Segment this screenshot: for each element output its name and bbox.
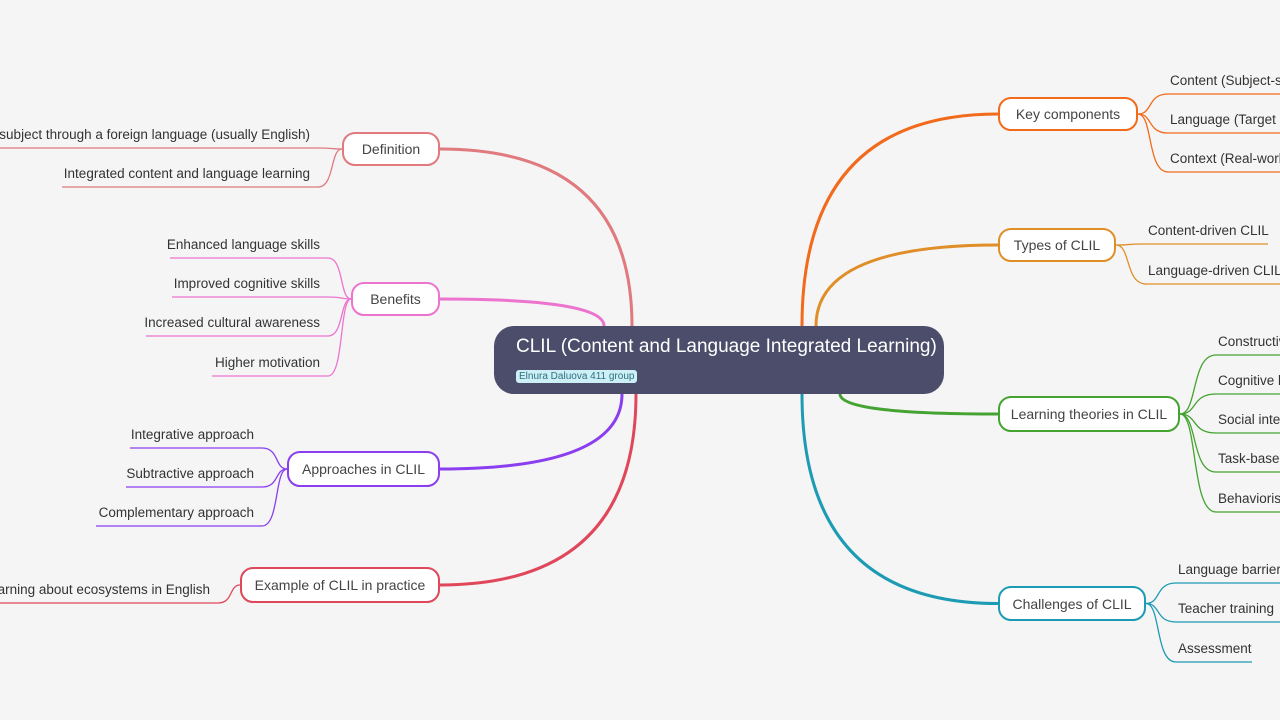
branch-connector	[439, 393, 638, 587]
subtopic-key-components[interactable]: Content (Subject-specific knowledge)	[1170, 72, 1280, 90]
subtopic-approaches[interactable]: Integrative approach	[131, 426, 254, 444]
central-topic-title: CLIL (Content and Language Integrated Le…	[516, 336, 937, 357]
branch-topic-definition[interactable]: Definition	[342, 132, 440, 166]
subtopic-learning-theories[interactable]: Constructivism	[1218, 333, 1280, 351]
subtopic-benefits[interactable]: Higher motivation	[215, 354, 320, 372]
subtopic-approaches[interactable]: Subtractive approach	[126, 465, 254, 483]
branch-topic-challenges[interactable]: Challenges of CLIL	[998, 586, 1146, 621]
subtopic-learning-theories[interactable]: Behaviorism	[1218, 490, 1280, 508]
branch-connector	[814, 243, 999, 327]
subtopic-types[interactable]: Content-driven CLIL	[1148, 222, 1269, 240]
leaf-connector	[1115, 243, 1268, 246]
branch-topic-approaches[interactable]: Approaches in CLIL	[287, 451, 440, 487]
subtopic-example[interactable]: Science lesson learning about ecosystems…	[0, 581, 210, 599]
branch-connector	[838, 393, 999, 416]
branch-connector	[439, 393, 624, 471]
branch-connector	[800, 393, 999, 605]
subtopic-learning-theories[interactable]: Social interaction	[1218, 411, 1280, 429]
branch-topic-key-components[interactable]: Key components	[998, 97, 1138, 131]
branch-topic-benefits[interactable]: Benefits	[351, 282, 440, 316]
subtopic-key-components[interactable]: Language (Target language)	[1170, 111, 1280, 129]
leaf-connector	[0, 147, 343, 150]
subtopic-challenges[interactable]: Language barriers	[1178, 561, 1280, 579]
subtopic-definition[interactable]: Teaching a subject through a foreign lan…	[0, 126, 310, 144]
subtopic-challenges[interactable]: Assessment	[1178, 640, 1252, 658]
branch-topic-learning-theories[interactable]: Learning theories in CLIL	[998, 396, 1180, 432]
subtopic-approaches[interactable]: Complementary approach	[99, 504, 254, 522]
subtopic-benefits[interactable]: Improved cognitive skills	[174, 275, 320, 293]
topic-label-badge: Elnura Daluova 411 group	[516, 370, 638, 383]
subtopic-learning-theories[interactable]: Task-based learning	[1218, 450, 1280, 468]
leaf-connector	[172, 296, 352, 300]
branch-connector	[800, 112, 999, 327]
subtopic-challenges[interactable]: Teacher training	[1178, 600, 1274, 618]
branch-topic-types[interactable]: Types of CLIL	[998, 228, 1116, 262]
subtopic-definition[interactable]: Integrated content and language learning	[64, 165, 310, 183]
branch-connector	[439, 297, 606, 327]
subtopic-benefits[interactable]: Enhanced language skills	[167, 236, 320, 254]
subtopic-learning-theories[interactable]: Cognitive learning	[1218, 372, 1280, 390]
subtopic-types[interactable]: Language-driven CLIL	[1148, 262, 1280, 280]
subtopic-key-components[interactable]: Context (Real-world situations)	[1170, 150, 1280, 168]
central-topic[interactable]: CLIL (Content and Language Integrated Le…	[494, 326, 944, 394]
subtopic-benefits[interactable]: Increased cultural awareness	[144, 314, 320, 332]
branch-topic-example[interactable]: Example of CLIL in practice	[240, 567, 440, 603]
